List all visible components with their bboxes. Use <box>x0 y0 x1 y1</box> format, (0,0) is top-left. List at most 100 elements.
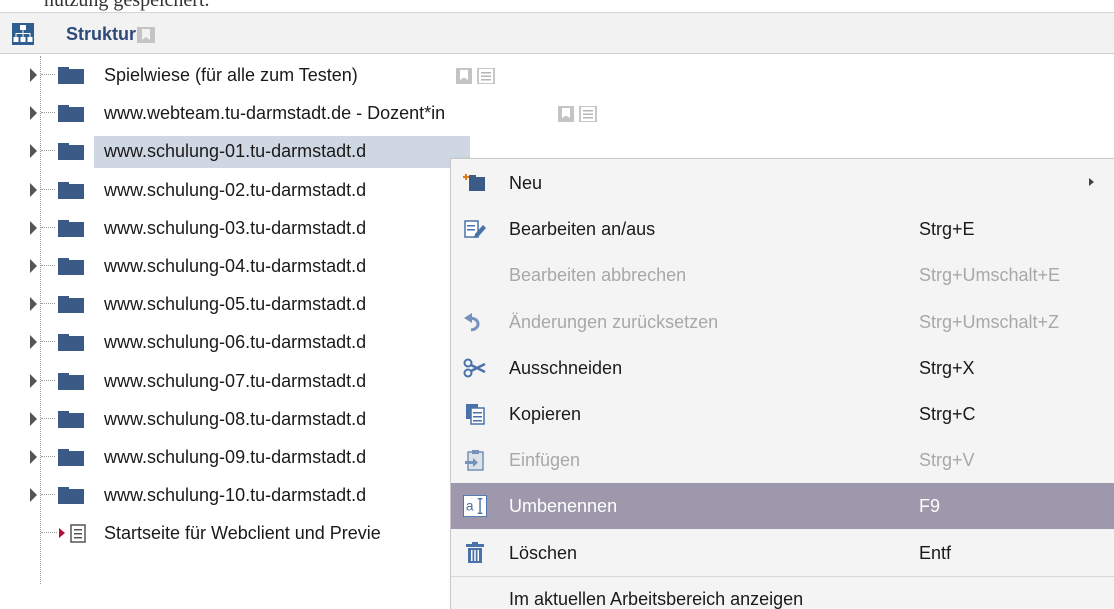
menu-item-änderungen-zurücksetzen[interactable]: Änderungen zurücksetzen Strg+Umschalt+Z <box>451 299 1114 345</box>
tree-item-label: www.schulung-03.tu-darmstadt.d <box>104 217 367 238</box>
tree-item-label: Startseite für Webclient und Previe <box>104 523 381 544</box>
submenu-arrow-icon <box>1089 178 1094 186</box>
folder-icon <box>58 219 84 237</box>
expand-arrow-icon[interactable] <box>30 373 37 388</box>
menu-item-label: Einfügen <box>509 450 581 471</box>
tree-connector <box>41 150 55 152</box>
tree-item-label: Spielwiese (für alle zum Testen) <box>104 65 358 85</box>
menu-item-löschen[interactable]: Löschen Entf <box>451 530 1114 576</box>
expand-arrow-icon[interactable] <box>30 450 37 464</box>
menu-item-im-aktuellen-arbeitsbereich-anzeigen[interactable]: Im aktuellen Arbeitsbereich anzeigen <box>451 576 1114 609</box>
tree-item-label: www.schulung-05.tu-darmstadt.d <box>104 294 367 315</box>
top-fragment: nutzung gespeichert. <box>0 0 1114 12</box>
tree-folder-item[interactable]: www.schulung-04.tu-darmstadt.d <box>0 247 470 285</box>
tree-item-label: www.webteam.tu-darmstadt.de - Dozent*in <box>104 103 446 124</box>
menu-item-label: Änderungen zurücksetzen <box>509 311 719 332</box>
new-icon <box>463 172 487 194</box>
tree-folder-item[interactable]: www.schulung-10.tu-darmstadt.d <box>0 476 470 514</box>
tree-item-label: www.schulung-10.tu-darmstadt.d <box>104 485 367 506</box>
menu-item-ausschneiden[interactable]: Ausschneiden Strg+X <box>451 345 1114 391</box>
menu-item-label: Neu <box>509 173 543 193</box>
menu-item-shortcut: Strg+V <box>919 450 975 471</box>
panel-title: Struktur <box>66 24 137 44</box>
folder-icon <box>58 410 84 428</box>
folder-icon <box>58 143 84 161</box>
menu-item-shortcut: Strg+E <box>919 219 975 240</box>
menu-item-kopieren[interactable]: Kopieren Strg+C <box>451 391 1114 437</box>
folder-icon <box>58 67 84 84</box>
tree-folder-item[interactable]: www.schulung-05.tu-darmstadt.d <box>0 285 470 323</box>
folder-icon <box>58 487 84 505</box>
folder-icon <box>58 449 84 466</box>
expand-arrow-icon[interactable] <box>30 488 37 503</box>
expand-arrow-icon[interactable] <box>30 335 37 350</box>
tree-connector <box>41 303 55 305</box>
menu-item-shortcut: F9 <box>919 496 941 517</box>
menu-item-bearbeiten-an-aus[interactable]: Bearbeiten an/aus Strg+E <box>451 206 1114 252</box>
tree-item-label: www.schulung-02.tu-darmstadt.d <box>104 179 367 200</box>
tree-folder-item[interactable]: www.schulung-06.tu-darmstadt.d <box>0 323 470 361</box>
expand-arrow-icon[interactable] <box>30 106 37 121</box>
menu-item-einfügen[interactable]: Einfügen Strg+V <box>451 437 1114 483</box>
menu-item-label: Löschen <box>509 542 578 563</box>
menu-item-label: Kopieren <box>509 404 582 424</box>
bookmark-icon[interactable] <box>136 26 156 44</box>
folder-icon <box>58 334 84 352</box>
tree-item-label: www.schulung-06.tu-darmstadt.d <box>104 332 367 353</box>
expand-arrow-icon[interactable] <box>30 259 37 273</box>
trash-icon <box>463 541 487 564</box>
expand-arrow-icon[interactable] <box>30 144 37 159</box>
tree-connector <box>41 226 55 228</box>
menu-item-label: Im aktuellen Arbeitsbereich anzeigen <box>509 588 804 609</box>
folder-icon <box>58 258 84 275</box>
expand-arrow-icon[interactable] <box>30 68 37 82</box>
menu-item-shortcut: Strg+Umschalt+Z <box>919 311 1060 332</box>
page-icon <box>70 524 86 544</box>
menu-item-bearbeiten-abbrechen[interactable]: Bearbeiten abbrechen Strg+Umschalt+E <box>451 252 1114 298</box>
tree-folder-item[interactable]: www.schulung-02.tu-darmstadt.d <box>0 171 470 209</box>
tree-item-label: www.schulung-07.tu-darmstadt.d <box>104 370 367 391</box>
tree-connector <box>41 379 55 381</box>
tree-folder-item[interactable]: www.schulung-09.tu-darmstadt.d <box>0 438 470 476</box>
release-marker-icon <box>59 528 65 539</box>
menu-item-shortcut: Strg+Umschalt+E <box>919 265 1061 286</box>
edit-icon <box>463 218 487 240</box>
copy-icon <box>463 403 487 425</box>
tree-page-item[interactable]: Startseite für Webclient und Previe <box>0 514 470 552</box>
menu-item-shortcut: Strg+X <box>919 357 975 378</box>
tree-folder-item[interactable]: www.schulung-03.tu-darmstadt.d <box>0 209 470 247</box>
revert-icon <box>463 311 487 333</box>
tree-connector <box>41 532 57 534</box>
tree-connector <box>41 417 55 419</box>
bookmark-list-icons[interactable] <box>558 106 612 123</box>
tree-item-label: www.schulung-09.tu-darmstadt.d <box>104 447 367 467</box>
expand-arrow-icon[interactable] <box>30 411 37 426</box>
tree-connector <box>41 456 55 457</box>
tree-folder-item[interactable]: Spielwiese (für alle zum Testen) <box>0 56 495 94</box>
tree-connector <box>41 494 55 496</box>
expand-arrow-icon[interactable] <box>30 220 37 235</box>
expand-arrow-icon[interactable] <box>30 182 37 197</box>
menu-item-shortcut: Strg+C <box>919 404 976 424</box>
tree-connector <box>41 188 55 190</box>
expand-arrow-icon[interactable] <box>30 297 37 312</box>
paste-icon <box>463 449 487 471</box>
tree-folder-item[interactable]: www.schulung-08.tu-darmstadt.d <box>0 400 470 438</box>
tree-connector <box>41 112 55 114</box>
bookmark-list-icons[interactable] <box>456 68 510 84</box>
svg-text:a: a <box>466 499 474 514</box>
tree-connector <box>41 341 55 343</box>
tree-folder-item[interactable]: www.schulung-07.tu-darmstadt.d <box>0 362 470 400</box>
folder-icon <box>58 105 84 123</box>
folder-icon <box>58 181 84 199</box>
tree-connector <box>41 265 55 266</box>
tree-folder-item[interactable]: www.schulung-01.tu-darmstadt.d <box>0 132 470 170</box>
folder-icon <box>58 372 84 390</box>
rename-icon: a <box>463 495 487 518</box>
menu-item-neu[interactable]: Neu <box>451 160 1114 206</box>
sitemap-icon <box>12 23 34 45</box>
context-menu: Neu Bearbeiten an/aus Strg+E Bearbeiten abb… <box>450 158 1114 609</box>
menu-item-label: Bearbeiten abbrechen <box>509 265 687 286</box>
menu-item-umbenennen[interactable]: a Umbenennen F9 <box>451 483 1114 530</box>
tree-folder-item[interactable]: www.webteam.tu-darmstadt.de - Dozent*in <box>0 94 597 132</box>
